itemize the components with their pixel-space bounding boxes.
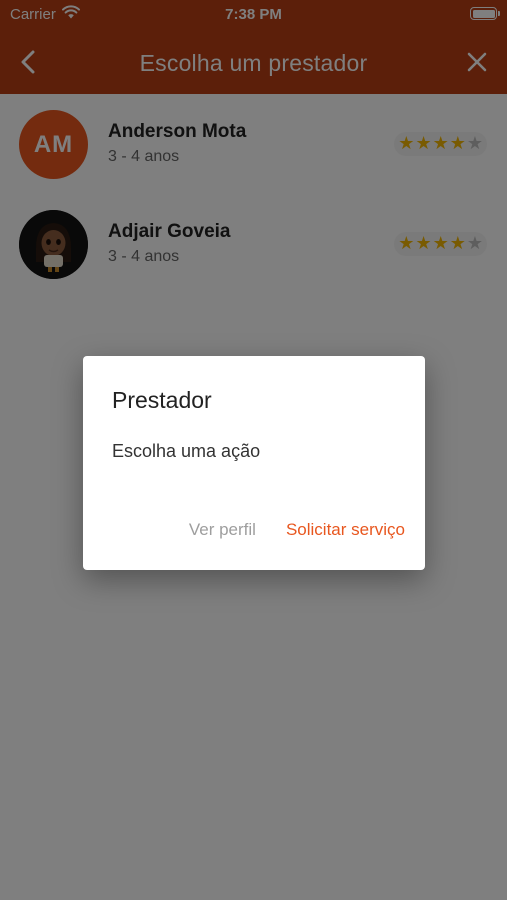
view-profile-button[interactable]: Ver perfil xyxy=(189,520,256,540)
dialog-message: Escolha uma ação xyxy=(112,441,261,461)
dialog-title: Prestador xyxy=(112,387,212,413)
request-service-button[interactable]: Solicitar serviço xyxy=(286,520,405,540)
action-dialog: Prestador Escolha uma ação Ver perfil So… xyxy=(83,356,425,570)
dialog-actions: Ver perfil Solicitar serviço xyxy=(189,520,405,540)
